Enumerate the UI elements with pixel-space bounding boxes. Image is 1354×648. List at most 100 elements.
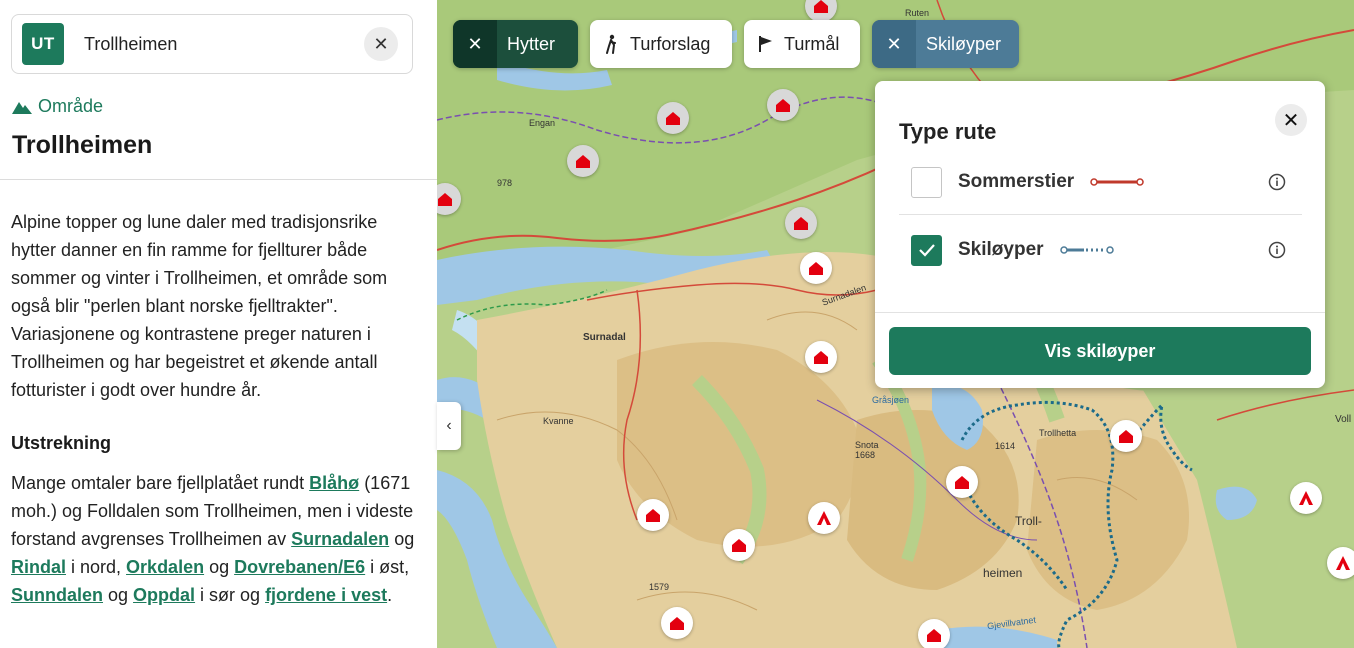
link-fjordene[interactable]: fjordene i vest — [265, 585, 387, 605]
page-title: Trollheimen — [12, 131, 153, 159]
close-icon: ✕ — [1282, 109, 1300, 132]
hut-marker[interactable] — [567, 145, 599, 177]
hut-marker[interactable] — [637, 499, 669, 531]
filter-chip-label: Skiløyper — [926, 33, 1002, 54]
section-heading-extent: Utstrekning — [11, 433, 112, 453]
checkbox-sommerstier[interactable] — [911, 166, 942, 198]
hut-icon — [670, 617, 684, 630]
mountain-icon — [12, 101, 32, 114]
hut-marker[interactable] — [723, 529, 755, 561]
hut-marker[interactable] — [661, 607, 693, 639]
map-label-ruten: Ruten — [905, 8, 930, 18]
link-orkdalen[interactable]: Orkdalen — [126, 557, 204, 577]
hut-marker[interactable] — [800, 252, 832, 284]
hut-icon — [732, 539, 746, 552]
map-label-snota-height: 1668 — [855, 450, 876, 460]
show-ski-trails-button[interactable]: Vis skiløyper — [889, 327, 1311, 375]
hut-marker[interactable] — [1110, 420, 1142, 452]
area-type-text: Område — [38, 96, 104, 116]
popup-title: Type rute — [899, 119, 997, 144]
map-label-trollhetta: Trollhetta — [1039, 428, 1077, 438]
hut-icon — [438, 193, 452, 206]
checkmark-icon — [918, 244, 935, 257]
info-icon[interactable] — [1267, 172, 1287, 192]
hut-icon — [955, 476, 969, 489]
tent-icon — [1336, 556, 1350, 570]
map-label-troll: Troll- — [1015, 514, 1042, 528]
ut-logo: UT — [22, 23, 64, 65]
hut-icon — [927, 629, 941, 642]
filter-chip-hytter[interactable]: ✕ Hytter — [453, 20, 578, 68]
link-rindal[interactable]: Rindal — [11, 557, 66, 577]
close-icon: ✕ — [373, 33, 389, 54]
map-label-978: 978 — [497, 178, 513, 188]
hut-marker[interactable] — [767, 89, 799, 121]
route-option-label: Sommerstier — [958, 171, 1075, 192]
hut-icon — [814, 351, 828, 364]
map-label-grasjoen: Gråsjøen — [872, 395, 910, 405]
info-icon[interactable] — [1267, 240, 1287, 260]
tent-marker[interactable] — [808, 502, 840, 534]
tent-icon — [817, 511, 831, 525]
map-label-surnadal: Surnadal — [583, 332, 626, 343]
hut-icon — [814, 0, 828, 13]
hut-marker[interactable] — [785, 207, 817, 239]
search-value[interactable]: Trollheimen — [84, 34, 364, 55]
hut-marker[interactable] — [805, 341, 837, 373]
hut-icon — [646, 509, 660, 522]
tent-marker[interactable] — [1327, 547, 1354, 579]
close-icon[interactable]: ✕ — [872, 20, 916, 68]
route-option-sommerstier[interactable]: Sommerstier — [911, 165, 1301, 199]
map-label-snota: Snota — [855, 440, 879, 450]
hut-icon — [666, 112, 680, 125]
map-label-1579: 1579 — [649, 582, 670, 592]
link-dovrebanen[interactable]: Dovrebanen/E6 — [234, 557, 365, 577]
hut-icon — [776, 99, 790, 112]
divider — [875, 312, 1325, 313]
chevron-left-icon: ‹ — [446, 417, 452, 434]
hiker-icon — [590, 34, 630, 54]
route-option-label: Skiløyper — [958, 239, 1044, 260]
divider — [899, 214, 1302, 215]
link-oppdal[interactable]: Oppdal — [133, 585, 195, 605]
filter-chip-skiloyper[interactable]: ✕ Skiløyper — [872, 20, 1019, 68]
route-option-skiloyper[interactable]: Skiløyper — [911, 233, 1301, 267]
map-label-1614: 1614 — [995, 441, 1016, 451]
hut-marker[interactable] — [657, 102, 689, 134]
checkbox-skiloyper[interactable] — [911, 234, 942, 266]
hut-icon — [794, 217, 808, 230]
hut-marker[interactable] — [946, 466, 978, 498]
map-label-engan: Engan — [529, 118, 556, 128]
link-blaaho[interactable]: Blåhø — [309, 473, 359, 493]
link-surnadalen[interactable]: Surnadalen — [291, 529, 389, 549]
tent-icon — [1299, 491, 1313, 505]
filter-chip-label: Hytter — [507, 33, 556, 54]
extent-text: Mange omtaler bare fjellplatået rundt Bl… — [11, 473, 415, 605]
summer-trail-line-icon — [1090, 178, 1144, 186]
divider — [0, 179, 437, 180]
search-box[interactable]: UT Trollheimen ✕ — [11, 14, 413, 74]
filter-chip-label: Turmål — [784, 33, 840, 54]
hut-icon — [576, 155, 590, 168]
ski-trail-line-icon — [1059, 246, 1114, 254]
area-type-label: Område — [12, 96, 103, 117]
map-label-kvanne: Kvanne — [543, 416, 574, 426]
flag-icon — [744, 35, 784, 53]
tent-marker[interactable] — [1290, 482, 1322, 514]
filter-chip-turmal[interactable]: Turmål — [744, 20, 860, 68]
intro-text: Alpine topper og lune daler med tradisjo… — [11, 212, 388, 400]
map-label-voll: Voll — [1335, 414, 1352, 425]
link-sunndalen[interactable]: Sunndalen — [11, 585, 103, 605]
collapse-panel-button[interactable]: ‹ — [437, 402, 461, 450]
hut-marker[interactable] — [918, 619, 950, 648]
route-type-popup: Type rute ✕ Sommerstier Skiløyper Vis sk… — [875, 81, 1325, 388]
filter-chip-turforslag[interactable]: Turforslag — [590, 20, 732, 68]
popup-close-button[interactable]: ✕ — [1275, 104, 1307, 136]
info-panel: UT Trollheimen ✕ Område Trollheimen Alpi… — [0, 0, 437, 648]
close-icon[interactable]: ✕ — [453, 20, 497, 68]
clear-search-button[interactable]: ✕ — [364, 27, 398, 61]
hut-icon — [1119, 430, 1133, 443]
filter-chip-label: Turforslag — [630, 33, 711, 54]
map-label-heimen: heimen — [983, 566, 1023, 580]
hut-icon — [809, 262, 823, 275]
